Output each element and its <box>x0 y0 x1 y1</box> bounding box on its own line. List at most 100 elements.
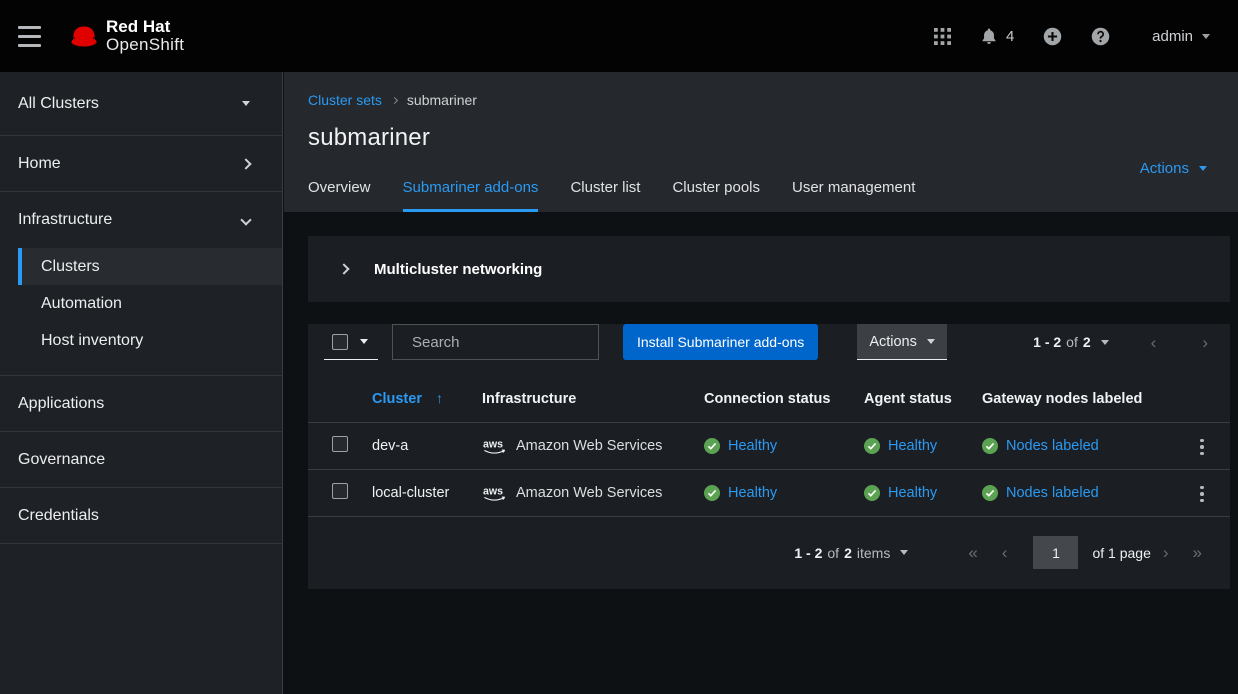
pagination-of: of <box>1066 334 1078 350</box>
next-page-button[interactable]: › <box>1151 544 1181 561</box>
table-row: local-cluster aws Amazon Web Services <box>308 469 1230 516</box>
agent-status-link[interactable]: Healthy <box>888 438 937 454</box>
breadcrumb: Cluster sets submariner <box>308 92 1238 108</box>
caret-down-icon <box>1199 166 1207 171</box>
notifications-button[interactable]: 4 <box>966 18 1028 54</box>
prev-page-button[interactable]: ‹ <box>990 544 1020 561</box>
gateway-nodes-link[interactable]: Nodes labeled <box>1006 485 1099 501</box>
sidebar-item-credentials[interactable]: Credentials <box>0 488 282 544</box>
sidebar-item-automation[interactable]: Automation <box>18 285 282 322</box>
svg-text:aws: aws <box>483 438 503 450</box>
sidebar-item-label: Home <box>18 155 61 173</box>
gateway-nodes-link[interactable]: Nodes labeled <box>1006 438 1099 454</box>
last-page-button[interactable]: » <box>1181 544 1214 561</box>
sidebar-item-label: Governance <box>18 451 105 469</box>
table-row: dev-a aws Amazon Web Services <box>308 422 1230 469</box>
user-menu[interactable]: admin <box>1152 28 1210 45</box>
plus-circle-icon <box>1043 27 1062 46</box>
brand-line1: Red Hat <box>106 18 184 36</box>
page-title: submariner <box>308 124 1238 152</box>
prev-page-button[interactable]: ‹ <box>1145 334 1163 351</box>
tab-overview[interactable]: Overview <box>308 171 371 212</box>
breadcrumb-cluster-sets[interactable]: Cluster sets <box>308 92 382 108</box>
tab-cluster-list[interactable]: Cluster list <box>570 171 640 212</box>
caret-down-icon <box>360 339 368 344</box>
pagination-top: 1 - 2 of 2 ‹ › <box>1033 334 1214 351</box>
pagination-total: 2 <box>1083 334 1091 350</box>
next-page-button[interactable]: › <box>1196 334 1214 351</box>
create-button[interactable] <box>1028 18 1076 54</box>
first-page-button[interactable]: « <box>956 544 989 561</box>
select-all-checkbox[interactable] <box>332 334 348 350</box>
page-actions-label: Actions <box>1140 160 1189 177</box>
success-check-icon <box>704 438 720 454</box>
caret-down-icon <box>1202 34 1210 39</box>
row-checkbox[interactable] <box>332 436 348 452</box>
bell-icon <box>980 27 998 45</box>
install-submariner-button[interactable]: Install Submariner add-ons <box>623 324 818 360</box>
page-actions-dropdown[interactable]: Actions <box>1140 160 1207 177</box>
cluster-name: local-cluster <box>372 469 482 516</box>
infrastructure-subnav: Clusters Automation Host inventory <box>0 248 282 376</box>
page-number-input[interactable] <box>1033 536 1078 569</box>
page-content: Multicluster networking <box>284 212 1238 613</box>
connection-status-link[interactable]: Healthy <box>728 485 777 501</box>
chevron-right-icon <box>240 158 251 169</box>
masthead: Red Hat OpenShift 4 <box>0 0 1238 72</box>
sidebar-item-applications[interactable]: Applications <box>0 376 282 432</box>
sidebar-item-home[interactable]: Home <box>0 136 282 192</box>
chevron-down-icon <box>240 214 251 225</box>
pagination-range: 1 - 2 <box>1033 334 1061 350</box>
success-check-icon <box>864 485 880 501</box>
table-header-row: Cluster↑ Infrastructure Connection statu… <box>308 376 1230 422</box>
help-button[interactable] <box>1076 18 1124 54</box>
openshift-console: Red Hat OpenShift 4 <box>0 0 1238 694</box>
pagination-menu-toggle[interactable]: 1 - 2 of 2 <box>1033 334 1109 350</box>
breadcrumb-separator-icon <box>391 96 398 103</box>
pagination-nav: « ‹ of 1 page › » <box>956 536 1214 569</box>
sidebar-item-host-inventory[interactable]: Host inventory <box>18 322 282 359</box>
table-actions-label: Actions <box>869 334 917 350</box>
panel-title: Multicluster networking <box>374 261 542 278</box>
search-input[interactable] <box>412 334 611 351</box>
table-toolbar: Install Submariner add-ons Actions 1 - 2… <box>324 324 1214 360</box>
tab-user-management[interactable]: User management <box>792 171 915 212</box>
nav-toggle-button[interactable] <box>18 26 41 47</box>
row-checkbox[interactable] <box>332 483 348 499</box>
header-checkbox-cell <box>308 376 372 422</box>
column-header-gateway-nodes: Gateway nodes labeled <box>982 376 1174 422</box>
column-header-cluster[interactable]: Cluster↑ <box>372 376 482 422</box>
sidebar-item-clusters[interactable]: Clusters <box>18 248 282 285</box>
sidebar: All Clusters Home Infrastructure Cluster… <box>0 72 283 694</box>
kebab-menu-button[interactable] <box>1192 480 1212 509</box>
brand-line2: OpenShift <box>106 36 184 54</box>
sidebar-item-governance[interactable]: Governance <box>0 432 282 488</box>
tab-bar: Overview Submariner add-ons Cluster list… <box>308 171 947 212</box>
table-actions-dropdown[interactable]: Actions <box>857 324 947 360</box>
app-launcher-button[interactable] <box>918 18 966 54</box>
caret-down-icon <box>242 101 250 106</box>
redhat-fedora-icon <box>68 24 100 48</box>
tab-submariner-add-ons[interactable]: Submariner add-ons <box>403 171 539 212</box>
multicluster-networking-panel: Multicluster networking <box>308 236 1230 302</box>
expand-toggle-button[interactable] <box>324 265 354 273</box>
tab-cluster-pools[interactable]: Cluster pools <box>672 171 760 212</box>
cluster-name: dev-a <box>372 422 482 469</box>
success-check-icon <box>864 438 880 454</box>
column-header-agent-status: Agent status <box>864 376 982 422</box>
caret-down-icon <box>1101 340 1109 345</box>
sidebar-item-infrastructure[interactable]: Infrastructure <box>0 192 282 248</box>
connection-status-link[interactable]: Healthy <box>728 438 777 454</box>
pagination-menu-toggle-bottom[interactable]: 1 - 2 of 2 items <box>794 545 908 561</box>
page-count-label: of 1 page <box>1092 545 1150 561</box>
breadcrumb-current: submariner <box>407 92 477 108</box>
sidebar-item-label: Host inventory <box>41 332 143 350</box>
pagination-bottom: 1 - 2 of 2 items « ‹ of 1 page › » <box>308 517 1230 589</box>
brand-text: Red Hat OpenShift <box>106 18 184 54</box>
cluster-selector-dropdown[interactable]: All Clusters <box>0 72 282 136</box>
pagination-items-label: items <box>857 545 890 561</box>
kebab-menu-button[interactable] <box>1192 433 1212 462</box>
sidebar-item-label: Credentials <box>18 507 99 525</box>
bulk-select-dropdown[interactable] <box>324 324 378 360</box>
agent-status-link[interactable]: Healthy <box>888 485 937 501</box>
